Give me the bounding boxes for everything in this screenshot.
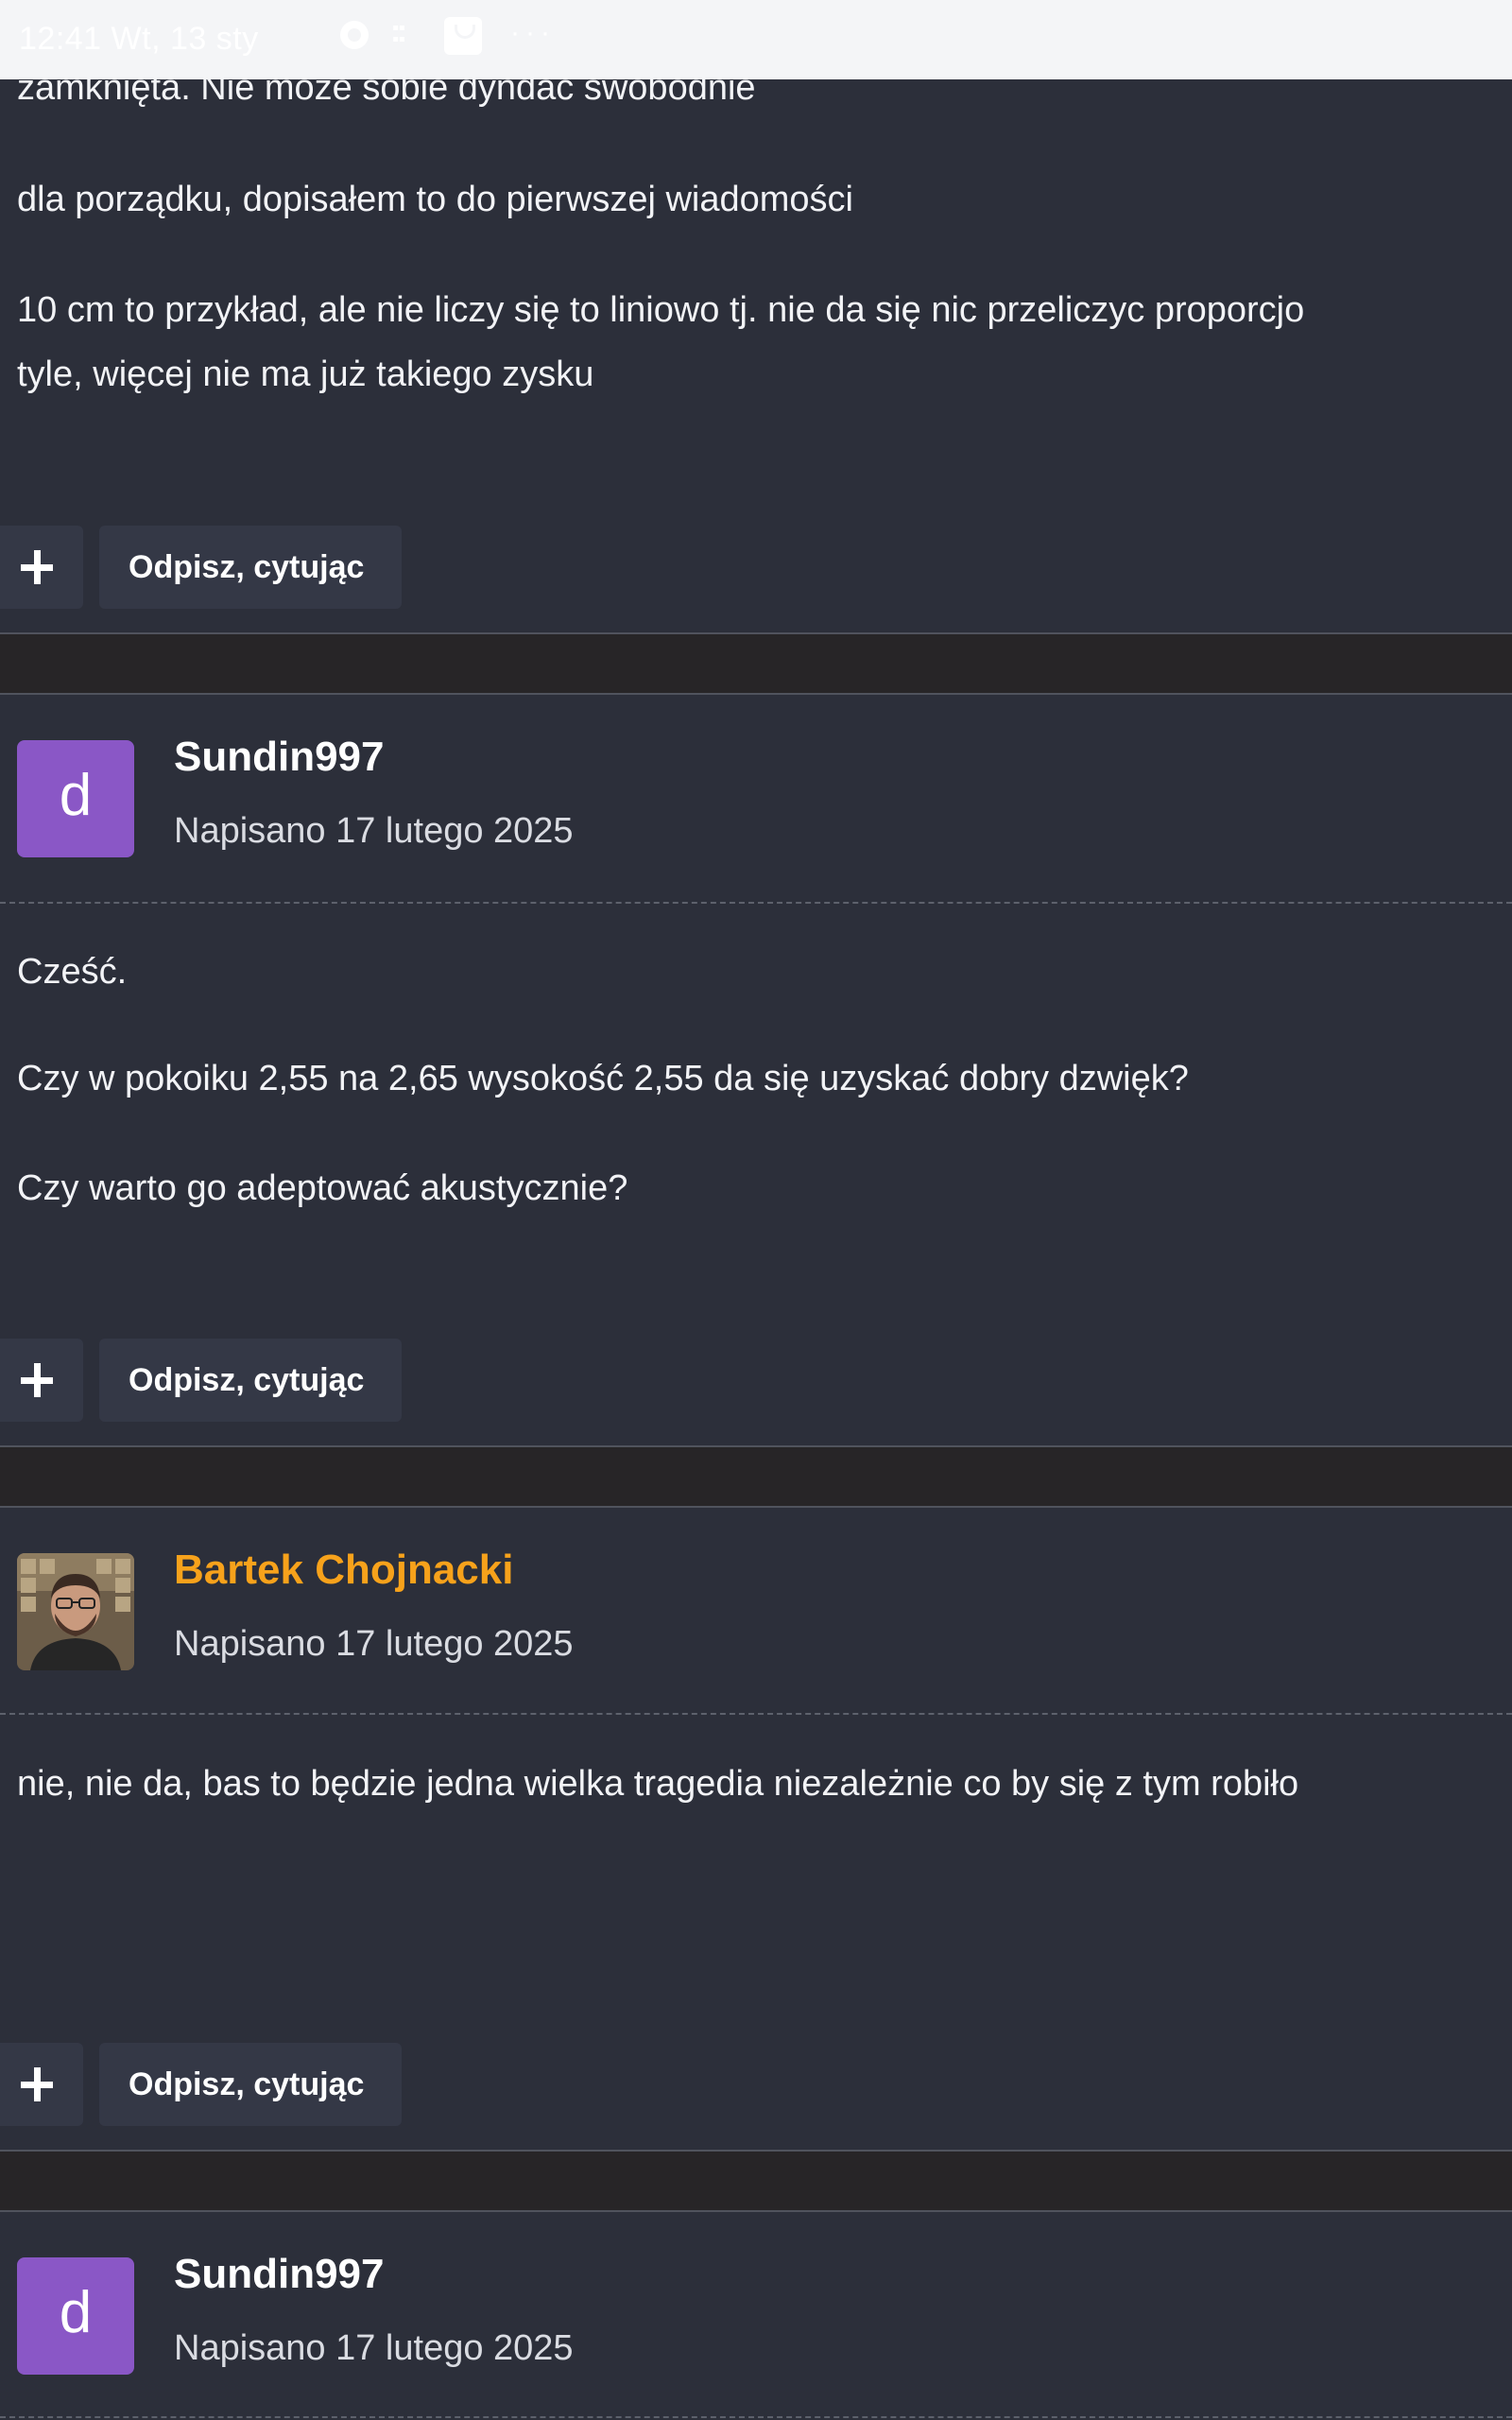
post-body-line: Czy w pokoiku 2,55 na 2,65 wysokość 2,55… [17, 1059, 1189, 1098]
post-divider [0, 1506, 1512, 1508]
post-body-line: Czy warto go adeptować akustycznie? [17, 1168, 628, 1208]
post-header-separator [0, 1713, 1512, 1715]
quote-reply-button[interactable]: Odpisz, cytując [99, 1339, 402, 1422]
post-body-line: Cześć. [17, 952, 128, 992]
more-notifications-icon: ··· [510, 17, 556, 48]
avatar[interactable]: d [17, 2257, 134, 2375]
status-clock: 12:41 [19, 21, 102, 57]
post-gap [0, 634, 1512, 693]
post-date: Napisano 17 lutego 2025 [174, 1624, 574, 1664]
post-body-line: nie, nie da, bas to będzie jedna wielka … [17, 1764, 1299, 1804]
profile-photo-icon [17, 1553, 134, 1670]
post-body-line: 10 cm to przykład, ale nie liczy się to … [17, 290, 1305, 330]
post-header-separator [0, 902, 1512, 904]
quote-reply-button[interactable]: Odpisz, cytując [99, 2043, 402, 2126]
ring-app-icon [340, 21, 369, 49]
add-reaction-button[interactable] [0, 2043, 83, 2126]
author-name[interactable]: Sundin997 [174, 734, 385, 781]
post-header-separator [0, 2416, 1512, 2418]
plus-icon [21, 550, 53, 584]
add-reaction-button[interactable] [0, 1339, 83, 1422]
avatar-photo[interactable] [17, 1553, 134, 1670]
add-reaction-button[interactable] [0, 526, 83, 609]
post-divider [0, 2210, 1512, 2212]
author-name[interactable]: Sundin997 [174, 2251, 385, 2298]
status-bar: 12:41 Wt, 13 sty ▪▪ ▪▪ ··· [0, 0, 1512, 79]
post-divider [0, 693, 1512, 695]
quote-reply-button[interactable]: Odpisz, cytując [99, 526, 402, 609]
status-time: 12:41 Wt, 13 sty [19, 21, 259, 58]
author-name[interactable]: Bartek Chojnacki [174, 1547, 513, 1594]
post-body-line: tyle, więcej nie ma już takiego zysku [17, 354, 594, 394]
post-gap [0, 1447, 1512, 1506]
status-date: Wt, 13 sty [111, 21, 259, 57]
post-date: Napisano 17 lutego 2025 [174, 811, 574, 851]
avatar[interactable]: d [17, 740, 134, 857]
post-date: Napisano 17 lutego 2025 [174, 2328, 574, 2368]
post-gap [0, 2152, 1512, 2210]
plus-icon [21, 2067, 53, 2101]
plus-icon [21, 1363, 53, 1397]
shopping-bag-icon [444, 17, 482, 55]
app-grid-icon: ▪▪ ▪▪ [392, 23, 405, 44]
post-body-line: dla porządku, dopisałem to do pierwszej … [17, 180, 854, 219]
